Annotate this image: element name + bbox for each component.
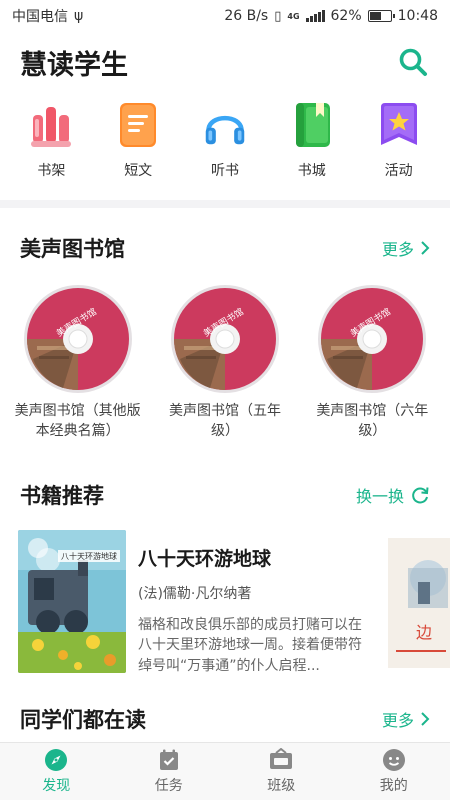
activity-icon — [377, 100, 421, 150]
nav-label: 活动 — [384, 163, 413, 179]
app-header: 慧读学生 — [0, 38, 450, 86]
next-book-cover[interactable]: 边 — [388, 538, 450, 668]
tab-class[interactable]: 班级 — [225, 743, 338, 800]
search-button[interactable] — [396, 45, 430, 79]
book-info: 八十天环游地球 (法)儒勒·凡尔纳著 福格和改良俱乐部的成员打赌可以在八十天里环… — [138, 530, 368, 675]
signal-icon — [305, 10, 325, 22]
album-list: 美声图书馆 美声图书馆（其他版本经典名篇） 美声图书馆 美声图书馆（五年级） 美… — [0, 284, 450, 441]
tab-label: 班级 — [267, 778, 296, 794]
book-author: (法)儒勒·凡尔纳著 — [138, 586, 252, 602]
status-bar: 中国电信 ψ 26 B/s ▯ 4G 62% 10:48 — [0, 0, 450, 32]
tab-label: 我的 — [379, 778, 408, 794]
cd-disc-image: 美声图书馆 — [318, 285, 427, 393]
carrier-label: 中国电信 — [12, 9, 68, 25]
library-more-link[interactable]: 更多 — [382, 236, 430, 260]
bookshelf-icon — [29, 100, 73, 150]
section-title: 同学们都在读 — [20, 708, 146, 732]
tab-tasks[interactable]: 任务 — [113, 743, 226, 800]
chevron-right-icon — [421, 241, 430, 255]
chevron-right-icon — [421, 712, 430, 726]
search-icon — [399, 48, 427, 76]
nav-audiobook[interactable]: 听书 — [185, 100, 265, 190]
tab-label: 任务 — [154, 778, 183, 794]
bottom-tab-bar: 发现 任务 班级 我的 — [0, 742, 450, 800]
section-title: 美声图书馆 — [20, 237, 125, 261]
nav-label: 听书 — [210, 163, 239, 179]
nav-bookshelf[interactable]: 书架 — [11, 100, 91, 190]
album-card[interactable]: 美声图书馆 美声图书馆（六年级） — [302, 284, 442, 441]
tab-label: 发现 — [42, 778, 71, 794]
section-divider — [0, 200, 450, 208]
article-icon — [116, 100, 160, 150]
nav-label: 短文 — [124, 163, 153, 179]
album-title: 美声图书馆（六年级） — [316, 403, 429, 439]
network-speed: 26 B/s — [224, 8, 269, 24]
book-description: 福格和改良俱乐部的成员打赌可以在八十天里环游地球一周。接着便带符绰号叫“万事通”… — [138, 617, 362, 674]
refresh-button[interactable]: 换一换 — [356, 483, 430, 507]
nav-bookstore[interactable]: 书城 — [272, 100, 352, 190]
library-section-header: 美声图书馆 更多 — [0, 231, 450, 265]
battery-icon — [367, 10, 395, 22]
nav-activity[interactable]: 活动 — [359, 100, 439, 190]
refresh-label: 换一换 — [355, 487, 404, 506]
next-cover-text: 边 — [416, 623, 432, 642]
album-card[interactable]: 美声图书馆 美声图书馆（其他版本经典名篇） — [8, 284, 148, 441]
album-title: 美声图书馆（其他版本经典名篇） — [14, 403, 141, 439]
book-title: 八十天环游地球 — [138, 548, 272, 570]
book-card[interactable]: 八十天环游地球 八十天环游地球 (法)儒勒·凡尔纳著 福格和改良俱乐部的成员打赌… — [18, 530, 438, 675]
bookstore-icon — [290, 100, 334, 150]
books-section-header: 书籍推荐 换一换 — [0, 478, 450, 512]
more-label: 更多 — [381, 240, 414, 259]
tab-profile[interactable]: 我的 — [338, 743, 450, 800]
album-title: 美声图书馆（五年级） — [168, 403, 281, 439]
profile-face-icon — [382, 749, 405, 771]
tab-discover[interactable]: 发现 — [0, 743, 113, 800]
vibrate-icon: ▯ — [274, 8, 282, 24]
section-title: 书籍推荐 — [20, 484, 104, 508]
classroom-icon — [270, 748, 293, 769]
battery-percent: 62% — [330, 8, 362, 24]
network-type: 4G — [287, 11, 300, 21]
usb-icon: ψ — [74, 8, 84, 24]
compass-icon — [45, 749, 68, 771]
cover-title: 八十天环游地球 — [61, 551, 117, 561]
nav-label: 书架 — [37, 163, 66, 179]
album-card[interactable]: 美声图书馆 美声图书馆（五年级） — [155, 284, 295, 441]
cd-disc-image: 美声图书馆 — [23, 285, 132, 393]
classmates-section-header: 同学们都在读 更多 — [0, 702, 450, 736]
quick-nav: 书架 短文 听书 书城 活动 — [0, 100, 450, 190]
book-cover: 八十天环游地球 — [18, 530, 126, 673]
headphones-icon — [203, 100, 247, 150]
nav-label: 书城 — [297, 163, 326, 179]
refresh-icon — [412, 487, 429, 504]
clock: 10:48 — [397, 8, 438, 24]
more-label: 更多 — [381, 711, 414, 730]
app-title: 慧读学生 — [20, 49, 128, 81]
cd-disc-image: 美声图书馆 — [170, 285, 279, 393]
task-calendar-icon — [159, 749, 178, 770]
nav-article[interactable]: 短文 — [98, 100, 178, 190]
classmates-more-link[interactable]: 更多 — [382, 707, 430, 731]
